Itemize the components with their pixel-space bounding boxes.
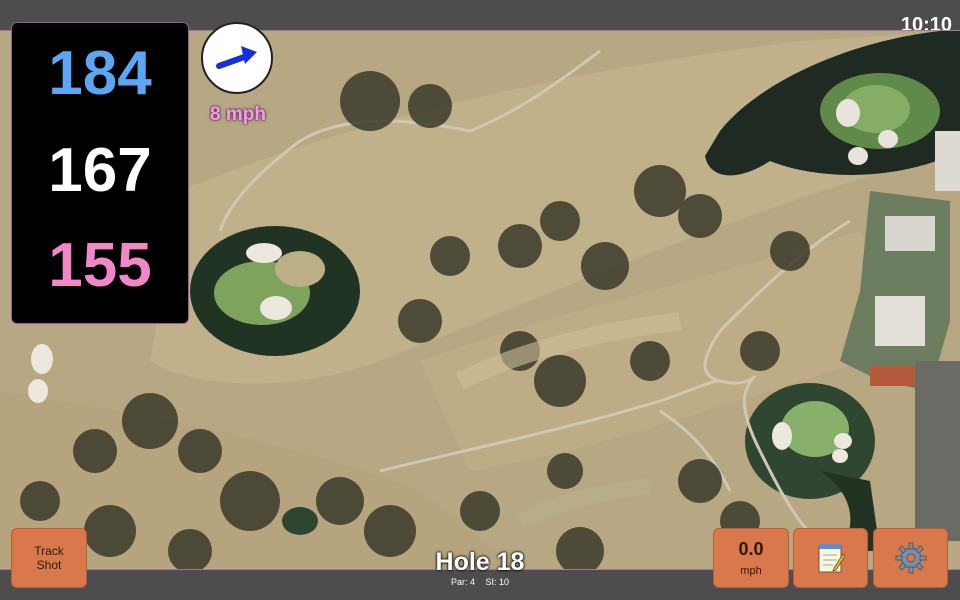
stroke-index-label: SI: 10: [485, 577, 510, 587]
notes-button[interactable]: [793, 528, 868, 588]
arrow-up-right-icon: [216, 46, 257, 69]
settings-button[interactable]: [873, 528, 948, 588]
track-shot-label-line2: Shot: [36, 558, 62, 572]
gear-icon: [895, 542, 926, 574]
hole-meta: Par: 4 SI: 10: [400, 577, 560, 587]
wind-speed-label: 8 mph: [210, 104, 266, 125]
front-yardage: 155: [48, 231, 152, 300]
speed-button[interactable]: 0.0 mph: [713, 528, 789, 588]
wind-direction-dial: [201, 22, 273, 94]
track-shot-label-line1: Track: [34, 544, 64, 558]
par-label: Par: 4: [450, 577, 475, 587]
track-shot-button[interactable]: Track Shot: [11, 528, 87, 588]
hole-title: Hole 18: [435, 548, 525, 576]
speed-unit: mph: [740, 565, 762, 577]
back-yardage: 184: [48, 39, 152, 108]
yardage-panel: 184 167 155: [11, 22, 189, 324]
middle-yardage: 167: [48, 136, 152, 205]
speed-value: 0.0: [738, 539, 764, 559]
notepad-icon: [818, 544, 846, 573]
